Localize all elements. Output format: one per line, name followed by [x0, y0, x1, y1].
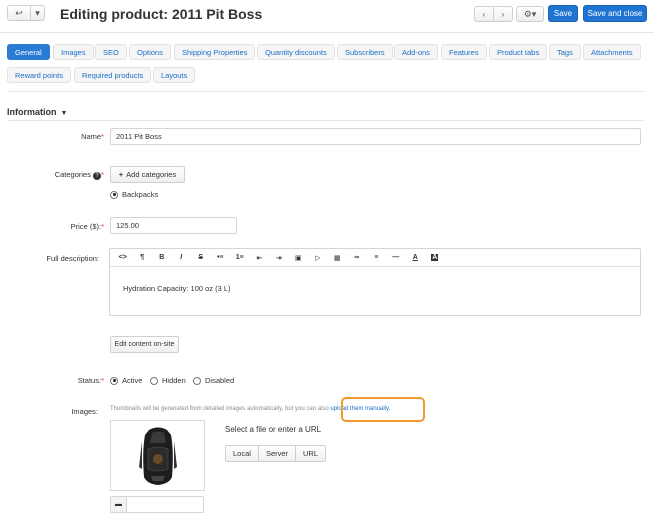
- tab-tags[interactable]: Tags: [549, 44, 581, 60]
- back-button-group[interactable]: ↩ ▾: [7, 5, 45, 21]
- paragraph-icon[interactable]: ¶: [133, 250, 153, 266]
- file-url-label: Select a file or enter a URL: [225, 425, 322, 434]
- editor-toolbar: <> ¶ B I S •≡ 1≡ ⇤ ⇥ ▣ ▷ ▦ ∞ ≡ — A A: [110, 249, 640, 267]
- help-icon[interactable]: ?: [93, 172, 102, 180]
- gear-icon[interactable]: ⚙▾: [516, 6, 544, 22]
- page-title: Editing product: 2011 Pit Boss: [60, 6, 263, 22]
- description-editor[interactable]: <> ¶ B I S •≡ 1≡ ⇤ ⇥ ▣ ▷ ▦ ∞ ≡ — A A Hyd…: [109, 248, 641, 316]
- horizontal-rule-icon[interactable]: —: [386, 250, 406, 266]
- tab-required-products[interactable]: Required products: [74, 67, 152, 83]
- tab-layouts[interactable]: Layouts: [153, 67, 196, 83]
- indent-icon[interactable]: ⇥: [269, 250, 289, 266]
- image-source-buttons: Local Server URL: [225, 445, 327, 462]
- bold-icon[interactable]: B: [152, 250, 172, 266]
- status-radio-active[interactable]: Active: [110, 376, 142, 385]
- tabs-divider: [7, 91, 644, 92]
- radio-icon: [110, 376, 118, 385]
- tab-features[interactable]: Features: [441, 44, 487, 60]
- table-icon[interactable]: ▦: [328, 250, 348, 266]
- images-label: Images:: [71, 407, 98, 416]
- server-button[interactable]: Server: [257, 446, 296, 461]
- font-color-icon[interactable]: A: [406, 250, 426, 266]
- status-radio-hidden[interactable]: Hidden: [150, 376, 186, 385]
- edit-content-onsite-button[interactable]: Edit content on-site: [110, 336, 179, 353]
- tab-options[interactable]: Options: [129, 44, 171, 60]
- url-button[interactable]: URL: [295, 446, 326, 461]
- back-icon[interactable]: ↩: [8, 6, 30, 20]
- status-radio-disabled[interactable]: Disabled: [193, 376, 234, 385]
- code-view-icon[interactable]: <>: [113, 250, 133, 266]
- comment-icon: ▬: [111, 497, 127, 512]
- radio-icon: [150, 376, 158, 385]
- prev-product-button[interactable]: ‹: [474, 6, 494, 22]
- tab-reward-points[interactable]: Reward points: [7, 67, 71, 83]
- tab-product-tabs[interactable]: Product tabs: [489, 44, 548, 60]
- chevron-down-icon[interactable]: ▾: [30, 6, 44, 20]
- link-icon[interactable]: ∞: [347, 250, 367, 266]
- align-icon[interactable]: ≡: [367, 250, 387, 266]
- unordered-list-icon[interactable]: •≡: [211, 250, 231, 266]
- outdent-icon[interactable]: ⇤: [250, 250, 270, 266]
- tab-subscribers[interactable]: Subscribers: [337, 44, 393, 60]
- status-label: Status:*: [77, 376, 104, 385]
- italic-icon[interactable]: I: [172, 250, 192, 266]
- section-information-toggle[interactable]: Information ▼: [7, 107, 67, 117]
- plus-icon: +: [118, 170, 124, 179]
- strikethrough-icon[interactable]: S: [191, 250, 211, 266]
- description-text[interactable]: Hydration Capacity: 100 oz (3 L): [123, 284, 231, 293]
- image-alt-text-field[interactable]: ▬: [110, 496, 204, 513]
- ordered-list-icon[interactable]: 1≡: [230, 250, 250, 266]
- radio-icon: [193, 376, 201, 385]
- caret-down-icon: ▼: [60, 110, 68, 117]
- save-and-close-button[interactable]: Save and close: [583, 5, 647, 22]
- tab-images[interactable]: Images: [53, 44, 94, 60]
- required-mark: *: [101, 132, 104, 141]
- next-product-button[interactable]: ›: [493, 6, 513, 22]
- category-radio-backpacks[interactable]: Backpacks: [110, 190, 158, 199]
- highlight-box: [341, 397, 425, 422]
- price-label: Price ($):*: [70, 222, 104, 231]
- name-label: Name*: [81, 132, 104, 141]
- price-input[interactable]: 125.00: [110, 217, 237, 234]
- tab-seo[interactable]: SEO: [95, 44, 127, 60]
- description-label: Full description:: [46, 254, 99, 263]
- image-icon[interactable]: ▣: [289, 250, 309, 266]
- local-button[interactable]: Local: [226, 446, 258, 461]
- tab-general[interactable]: General: [7, 44, 50, 60]
- save-button[interactable]: Save: [548, 5, 578, 22]
- section-title: Information: [7, 107, 57, 117]
- video-icon[interactable]: ▷: [308, 250, 328, 266]
- backpack-image: [139, 427, 177, 485]
- product-image-preview[interactable]: [110, 420, 205, 491]
- tab-add-ons[interactable]: Add-ons: [394, 44, 438, 60]
- categories-label: Categories ? *: [54, 170, 104, 180]
- tab-quantity-discounts[interactable]: Quantity discounts: [257, 44, 335, 60]
- header-divider: [0, 32, 654, 33]
- name-input[interactable]: 2011 Pit Boss: [110, 128, 641, 145]
- background-color-icon[interactable]: A: [425, 250, 445, 266]
- tab-attachments[interactable]: Attachments: [583, 44, 641, 60]
- add-categories-button[interactable]: + Add categories: [110, 166, 185, 183]
- tab-shipping-properties[interactable]: Shipping Properties: [174, 44, 256, 60]
- section-divider: [7, 120, 644, 121]
- radio-icon: [110, 190, 118, 199]
